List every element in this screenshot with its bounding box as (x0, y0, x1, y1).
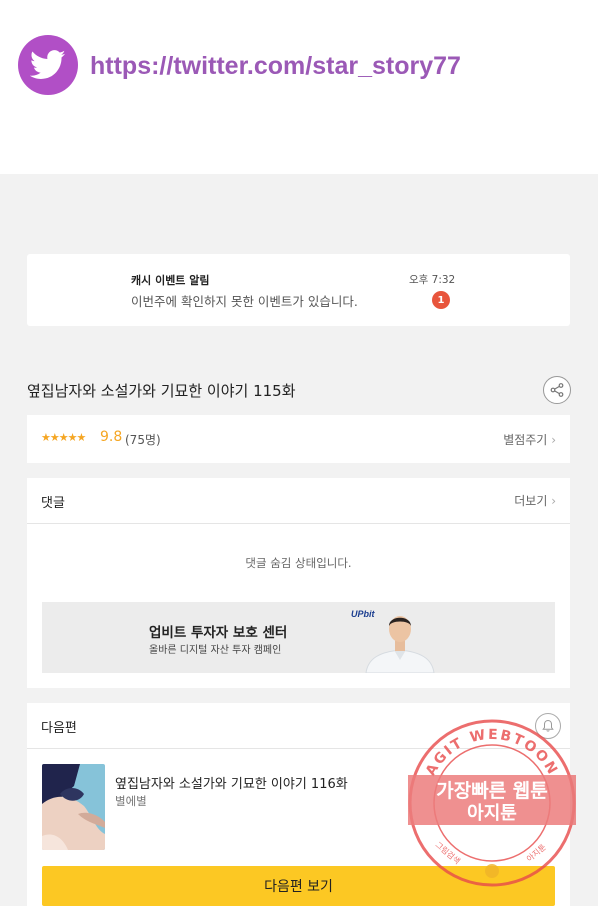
promo-banner: https://twitter.com/star_story77 (0, 0, 598, 174)
next-episode-thumbnail[interactable] (42, 764, 105, 850)
svg-text:아지툰: 아지툰 (467, 803, 517, 824)
more-label: 더보기 (514, 494, 548, 508)
ad-title: 업비트 투자자 보호 센터 (149, 625, 288, 641)
event-notification-card[interactable]: 캐시 이벤트 알림 이번주에 확인하지 못한 이벤트가 있습니다. 오후 7:3… (27, 254, 570, 326)
rating-panel: ★★★★★ 9.8 (75명) 별점주기 › (27, 415, 570, 463)
twitter-bird-icon[interactable] (18, 35, 78, 95)
ad-subtitle: 올바른 디지털 자산 투자 캠페인 (149, 645, 282, 656)
comments-header: 댓글 더보기 › (27, 478, 570, 524)
next-episode-title[interactable]: 옆집남자와 소설가와 기묘한 이야기 116화 (115, 773, 348, 792)
comments-title: 댓글 (41, 496, 65, 511)
notification-body: 이번주에 확인하지 못한 이벤트가 있습니다. (131, 294, 358, 309)
chevron-right-icon: › (551, 494, 556, 508)
share-button[interactable] (543, 376, 571, 404)
rate-button[interactable]: 별점주기 › (503, 431, 556, 448)
agit-webtoon-watermark: AGIT WEBTOON 가장빠른 웹툰 아지툰 그림검색 아지툰 (408, 719, 576, 887)
next-episode-author: 별에별 (115, 794, 147, 808)
comments-hidden-message: 댓글 숨김 상태입니다. (245, 556, 352, 570)
share-icon (550, 383, 564, 397)
rating-stars: ★★★★★ (41, 431, 86, 444)
notification-title: 캐시 이벤트 알림 (131, 274, 210, 287)
episode-title: 옆집남자와 소설가와 기묘한 이야기 115화 (27, 382, 296, 400)
twitter-url-link[interactable]: https://twitter.com/star_story77 (90, 52, 461, 81)
svg-text:아지툰: 아지툰 (524, 842, 547, 864)
comments-panel: 댓글 더보기 › 댓글 숨김 상태입니다. 업비트 투자자 보호 센터 올바른 … (27, 478, 570, 688)
next-episode-heading: 다음편 (41, 721, 77, 736)
rating-count: (75명) (125, 433, 161, 447)
rate-label: 별점주기 (503, 433, 548, 447)
rating-score: 9.8 (100, 429, 123, 445)
chevron-right-icon: › (551, 433, 556, 447)
ad-person-image (365, 616, 435, 673)
svg-text:가장빠른 웹툰: 가장빠른 웹툰 (436, 780, 548, 802)
comments-more-button[interactable]: 더보기 › (514, 492, 556, 509)
svg-text:그림검색: 그림검색 (433, 839, 462, 866)
notification-count-badge: 1 (432, 291, 450, 309)
upbit-ad-banner[interactable]: 업비트 투자자 보호 센터 올바른 디지털 자산 투자 캠페인 UPbit (42, 602, 555, 673)
notification-time: 오후 7:32 (409, 274, 456, 286)
